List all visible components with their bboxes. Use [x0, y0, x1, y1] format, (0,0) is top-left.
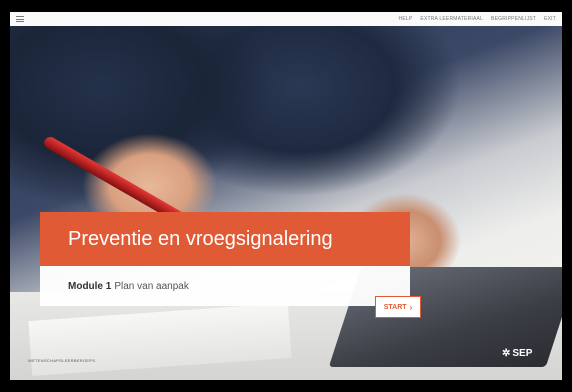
top-navigation: HELP EXTRA LEERMATERIAAL BEGRIPPENLIJST …: [10, 12, 562, 26]
start-button[interactable]: START ›: [375, 296, 421, 318]
logo-text: SEP: [512, 348, 533, 359]
module-label: Module 1: [68, 280, 112, 292]
hamburger-menu-icon[interactable]: [16, 16, 24, 22]
module-title: Plan van aanpak: [114, 280, 189, 292]
chevron-right-icon: ›: [409, 302, 413, 312]
nav-link-help[interactable]: HELP: [399, 16, 413, 22]
title-banner: Preventie en vroegsignalering: [40, 212, 410, 266]
app-window: HELP EXTRA LEERMATERIAAL BEGRIPPENLIJST …: [10, 12, 562, 380]
sep-logo: ✲ SEP: [502, 348, 532, 359]
footer-text: WETENSCHAPSLEERBEROEPS: [28, 358, 96, 363]
nav-link-exit[interactable]: EXIT: [544, 16, 556, 22]
nav-link-extra-leermateriaal[interactable]: EXTRA LEERMATERIAAL: [420, 16, 483, 22]
nav-links: HELP EXTRA LEERMATERIAAL BEGRIPPENLIJST …: [399, 16, 556, 22]
module-subtitle-bar: Module 1 Plan van aanpak: [40, 266, 410, 306]
page-title: Preventie en vroegsignalering: [68, 227, 333, 250]
nav-link-begrippenlijst[interactable]: BEGRIPPENLIJST: [491, 16, 536, 22]
start-button-label: START: [383, 303, 407, 311]
sep-logo-icon: ✲: [502, 348, 511, 359]
